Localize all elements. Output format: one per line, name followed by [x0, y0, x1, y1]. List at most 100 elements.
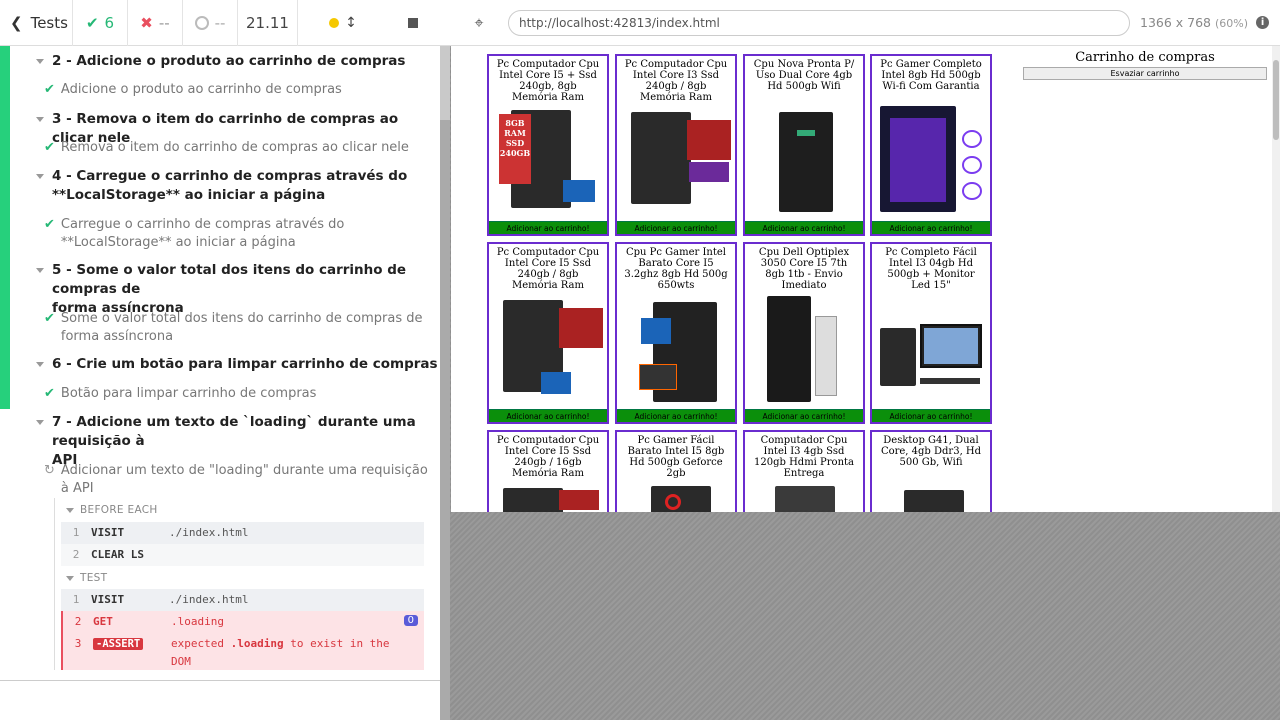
- add-to-cart-button[interactable]: Adicionar ao carrinho!: [617, 221, 735, 234]
- product-image: 8GB RAM SSD 240GB: [493, 100, 603, 215]
- caret-down-icon: [36, 268, 44, 273]
- command-message: ./index.html: [169, 593, 249, 606]
- updown-arrow-icon: ↕: [345, 14, 357, 31]
- product-image: [749, 100, 859, 215]
- command-number: 2: [72, 548, 80, 561]
- product-card: Pc Completo Fácil Intel I3 04gb Hd 500gb…: [870, 242, 992, 424]
- tests-label: Tests: [30, 13, 68, 32]
- product-title: Cpu Pc Gamer Intel Barato Core I5 3.2ghz…: [624, 247, 728, 291]
- viewport-dimensions: 1366 x 768: [1140, 15, 1212, 30]
- test-title-line-1: Carregue o carrinho de compras através d…: [60, 217, 345, 232]
- status-dot-icon: [329, 17, 340, 28]
- product-image: [876, 476, 986, 512]
- add-to-cart-button[interactable]: Adicionar ao carrinho!: [872, 409, 990, 422]
- empty-cart-button[interactable]: Esvaziar carrinho: [1023, 67, 1267, 80]
- product-title: Computador Cpu Intel I3 4gb Ssd 120gb Hd…: [754, 435, 854, 479]
- passed-value: 6: [104, 13, 115, 32]
- test-title: Botão para limpar carrinho de compras: [60, 386, 317, 401]
- refresh-icon: ↻: [44, 463, 55, 478]
- test-title-line-1: Some o valor total dos itens do carrinho…: [60, 311, 423, 326]
- product-title: Pc Computador Cpu Intel Core I5 Ssd 240g…: [496, 247, 600, 291]
- command-message: expected .loading to exist in the DOM: [171, 633, 424, 671]
- add-to-cart-button[interactable]: Adicionar ao carrinho!: [872, 221, 990, 234]
- selector-playground-button[interactable]: ⌖: [450, 13, 508, 33]
- add-to-cart-button[interactable]: Adicionar ao carrinho!: [745, 409, 863, 422]
- caret-down-icon: [36, 59, 44, 64]
- product-card: Pc Computador Cpu Intel Core I3 Ssd 240g…: [615, 54, 737, 236]
- caret-down-icon: [66, 576, 74, 581]
- command-row[interactable]: 2 CLEAR LS: [61, 544, 424, 566]
- command-number: 3: [74, 637, 82, 650]
- command-row[interactable]: 1 VISIT ./index.html: [61, 522, 424, 544]
- test-title-line-1: Adicionar um texto de "loading" durante …: [60, 463, 428, 478]
- product-card: Cpu Nova Pronta P/ Uso Dual Core 4gb Hd …: [743, 54, 865, 236]
- stop-button[interactable]: [388, 0, 438, 46]
- assert-text: expected: [171, 637, 231, 650]
- product-title: Pc Computador Cpu Intel Core I5 Ssd 240g…: [496, 435, 600, 479]
- url-field[interactable]: http://localhost:42813/index.html: [508, 9, 1130, 36]
- pending-value: --: [214, 13, 226, 32]
- app-scrollbar-thumb[interactable]: [1273, 60, 1279, 140]
- passed-indicator-bar: [0, 46, 10, 409]
- hook-label: BEFORE EACH: [80, 504, 158, 516]
- test-list: 2 - Adicione o produto ao carrinho de co…: [0, 46, 440, 680]
- hook-test[interactable]: TEST: [66, 572, 107, 584]
- app-iframe: Carrinho de compras Esvaziar carrinho Pc…: [451, 46, 1279, 512]
- test-title-line-2: à API: [60, 481, 94, 496]
- failed-count: ✖ --: [128, 0, 183, 46]
- caret-down-icon: [36, 420, 44, 425]
- product-image: [749, 476, 859, 512]
- chevron-left-icon: ❮: [10, 13, 23, 32]
- product-title: Cpu Dell Optiplex 3050 Core I5 7th 8gb 1…: [758, 247, 850, 291]
- assert-text: to exist in the: [283, 637, 390, 650]
- check-icon: ✔: [44, 82, 55, 97]
- test-5[interactable]: ✔ Some o valor total dos itens do carrin…: [44, 310, 422, 346]
- check-icon: ✔: [44, 140, 55, 155]
- command-message: [169, 544, 424, 548]
- product-image: [621, 288, 731, 403]
- suite-4[interactable]: 4 - Carregue o carrinho de compras atrav…: [36, 167, 407, 205]
- command-row[interactable]: 1 VISIT ./index.html: [61, 589, 424, 611]
- test-7-running[interactable]: ↻ Adicionar um texto de "loading" durant…: [44, 462, 428, 498]
- add-to-cart-button[interactable]: Adicionar ao carrinho!: [617, 409, 735, 422]
- hook-before-each[interactable]: BEFORE EACH: [66, 504, 158, 516]
- app-runner: ⌖ http://localhost:42813/index.html 1366…: [450, 0, 1280, 720]
- add-to-cart-button[interactable]: Adicionar ao carrinho!: [489, 409, 607, 422]
- product-image: [493, 476, 603, 512]
- tests-toggle-button[interactable]: ❮ Tests: [0, 0, 73, 46]
- duration: 21.11: [238, 0, 298, 46]
- suite-title: 2 - Adicione o produto ao carrinho de co…: [52, 53, 406, 69]
- command-row-assert[interactable]: 3 -ASSERT expected .loading to exist in …: [61, 633, 424, 670]
- test-title: Remova o item do carrinho de compras ao …: [60, 140, 409, 155]
- pending-icon: [194, 15, 209, 30]
- test-2[interactable]: ✔ Adicione o produto ao carrinho de comp…: [44, 81, 342, 99]
- suite-title-line-1: 5 - Some o valor total dos itens do carr…: [52, 262, 407, 297]
- test-6[interactable]: ✔ Botão para limpar carrinho de compras: [44, 385, 316, 403]
- add-to-cart-button[interactable]: Adicionar ao carrinho!: [745, 221, 863, 234]
- add-to-cart-button[interactable]: Adicionar ao carrinho!: [489, 221, 607, 234]
- command-row-failed[interactable]: 2 GET .loading 0: [61, 611, 424, 633]
- product-card: Cpu Dell Optiplex 3050 Core I5 7th 8gb 1…: [743, 242, 865, 424]
- hook-guide-line: [54, 498, 55, 670]
- test-title: Carregue o carrinho de compras através d…: [61, 216, 344, 252]
- suite-title: 6 - Crie um botão para limpar carrinho d…: [52, 356, 438, 372]
- assert-badge: -ASSERT: [93, 638, 144, 650]
- product-card: Pc Gamer Fácil Barato Intel I5 8gb Hd 50…: [615, 430, 737, 512]
- element-count-badge: 0: [403, 615, 418, 626]
- command-name: GET: [93, 615, 113, 628]
- reporter-scrollbar-thumb[interactable]: [440, 120, 450, 720]
- test-3[interactable]: ✔ Remova o item do carrinho de compras a…: [44, 139, 409, 157]
- test-4[interactable]: ✔ Carregue o carrinho de compras através…: [44, 216, 344, 252]
- product-image: [493, 288, 603, 403]
- zoom-level: (60%): [1215, 17, 1249, 30]
- caret-down-icon: [36, 174, 44, 179]
- passed-count: ✔ 6: [73, 0, 128, 46]
- product-title: Pc Gamer Completo Intel 8gb Hd 500gb Wi-…: [880, 59, 982, 92]
- auto-scroll-toggle[interactable]: ↕: [298, 0, 388, 46]
- check-icon: ✔: [44, 217, 55, 232]
- product-image: [621, 476, 731, 512]
- info-icon[interactable]: i: [1256, 16, 1270, 29]
- suite-6[interactable]: 6 - Crie um botão para limpar carrinho d…: [36, 355, 438, 374]
- product-image: [749, 288, 859, 403]
- suite-2[interactable]: 2 - Adicione o produto ao carrinho de co…: [36, 52, 405, 71]
